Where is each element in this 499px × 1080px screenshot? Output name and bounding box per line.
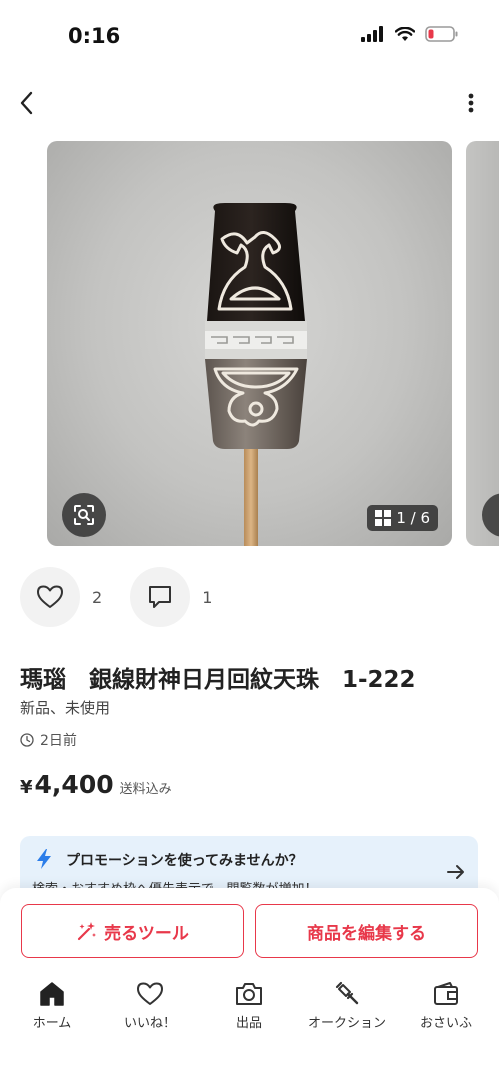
wallet-icon: [434, 982, 458, 1005]
tab-listing-label: 出品: [235, 1016, 262, 1031]
battery-icon: [425, 26, 458, 42]
edit-item-label: 商品を編集する: [307, 923, 426, 944]
tab-likes[interactable]: いいね！: [105, 980, 195, 1031]
more-options-button[interactable]: [465, 90, 477, 116]
posted-time: 2日前: [20, 730, 77, 750]
photo-counter[interactable]: 1 / 6: [367, 505, 438, 531]
tab-auction-label: オークション: [307, 1016, 386, 1031]
grid-icon: [375, 510, 392, 526]
lightning-icon: [37, 849, 51, 869]
home-icon: [40, 982, 64, 1006]
heart-icon: [137, 982, 163, 1005]
cellular-signal-icon: [361, 26, 383, 42]
heart-icon: [37, 585, 63, 608]
nav-bar: [0, 80, 499, 126]
status-bar: 0:16: [0, 0, 499, 72]
reactions-row: 2 1: [20, 567, 240, 627]
tab-likes-label: いいね！: [123, 1016, 176, 1031]
edit-item-button[interactable]: 商品を編集する: [255, 904, 478, 958]
price-value: 4,400: [34, 770, 114, 799]
bottom-action-panel: 売るツール 商品を編集する ホーム いいね！ 出品 オークション おさいふ: [0, 888, 499, 1080]
promotion-title: プロモーションを使ってみませんか？: [66, 853, 303, 869]
arrow-right-icon: [447, 865, 464, 879]
price: ¥ 4,400 送料込み: [20, 770, 172, 799]
magic-wand-icon: [78, 922, 97, 941]
tab-wallet-label: おさいふ: [419, 1016, 472, 1031]
next-product-photo[interactable]: [466, 141, 499, 546]
tab-wallet[interactable]: おさいふ: [401, 980, 491, 1031]
tab-auction[interactable]: オークション: [302, 980, 392, 1031]
product-photo[interactable]: 1 / 6: [47, 141, 452, 546]
more-vertical-icon: [468, 93, 474, 113]
like-button[interactable]: [20, 567, 80, 627]
chevron-left-icon: [20, 91, 33, 115]
item-condition: 新品、未使用: [20, 699, 111, 717]
camera-icon: [236, 983, 262, 1005]
item-title: 瑪瑙 銀線財神日月回紋天珠 1-222: [20, 667, 416, 693]
image-search-icon: [74, 505, 94, 525]
photo-gallery[interactable]: 1 / 6: [0, 141, 499, 547]
gavel-icon: [335, 981, 359, 1005]
photo-counter-text: 1 / 6: [396, 509, 430, 527]
tab-bar: ホーム いいね！ 出品 オークション おさいふ: [0, 980, 499, 1040]
comment-button[interactable]: [130, 567, 191, 627]
image-search-button[interactable]: [62, 493, 106, 537]
comment-count: 1: [202, 587, 213, 607]
price-currency: ¥: [20, 777, 33, 798]
image-search-button-next[interactable]: [482, 493, 499, 537]
tab-home-label: ホーム: [32, 1016, 72, 1031]
wifi-icon: [395, 26, 415, 41]
sell-tool-label: 売るツール: [104, 923, 189, 944]
tab-listing[interactable]: 出品: [204, 980, 294, 1031]
comment-icon: [149, 586, 172, 608]
posted-time-text: 2日前: [40, 733, 77, 749]
status-time: 0:16: [68, 24, 121, 48]
sell-tool-button[interactable]: 売るツール: [21, 904, 244, 958]
clock-icon: [20, 733, 34, 747]
status-icons: [361, 26, 459, 42]
like-count: 2: [92, 587, 103, 607]
agate-bead-image: [205, 203, 307, 546]
shipping-note: 送料込み: [119, 782, 172, 797]
back-button[interactable]: [14, 88, 42, 118]
tab-home[interactable]: ホーム: [7, 980, 97, 1031]
